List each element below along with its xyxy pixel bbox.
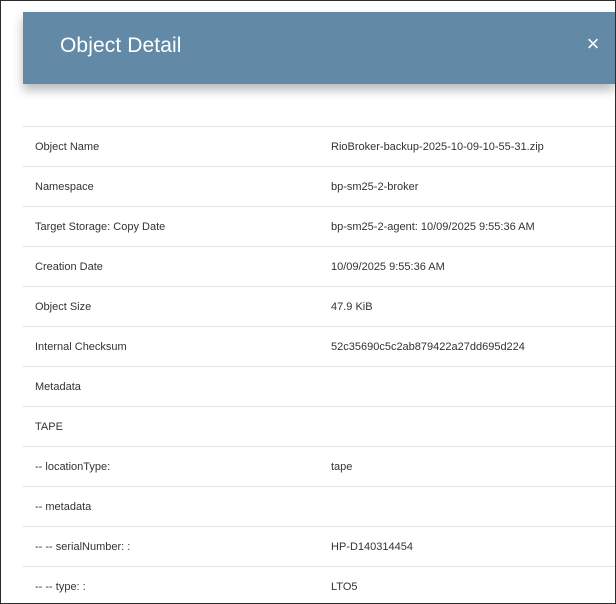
detail-table: Object Name RioBroker-backup-2025-10-09-… — [23, 126, 615, 603]
table-row: TAPE — [23, 406, 615, 446]
table-row: -- -- type: : LTO5 — [23, 566, 615, 603]
table-row: Creation Date 10/09/2025 9:55:36 AM — [23, 246, 615, 286]
table-row: -- -- serialNumber: : HP-D140314454 — [23, 526, 615, 566]
row-label: Namespace — [35, 181, 94, 193]
table-row: Metadata — [23, 366, 615, 406]
table-row: -- locationType: tape — [23, 446, 615, 486]
row-label: Object Size — [35, 301, 92, 313]
row-value: 10/09/2025 9:55:36 AM — [331, 261, 445, 273]
table-row: Namespace bp-sm25-2-broker — [23, 166, 615, 206]
row-value: bp-sm25-2-agent: 10/09/2025 9:55:36 AM — [331, 221, 535, 233]
row-value: LTO5 — [331, 581, 358, 593]
table-row: Object Name RioBroker-backup-2025-10-09-… — [23, 126, 615, 166]
row-label: TAPE — [35, 421, 63, 433]
table-row: -- metadata — [23, 486, 615, 526]
backdrop-strip — [1, 1, 12, 603]
table-row: Target Storage: Copy Date bp-sm25-2-agen… — [23, 206, 615, 246]
row-value: 47.9 KiB — [331, 301, 373, 313]
row-label: -- locationType: — [35, 461, 111, 473]
table-row: Internal Checksum 52c35690c5c2ab879422a2… — [23, 326, 615, 366]
modal-title: Object Detail — [60, 34, 182, 57]
row-label: -- -- serialNumber: : — [35, 541, 131, 553]
close-icon[interactable]: × — [582, 33, 604, 55]
row-value: RioBroker-backup-2025-10-09-10-55-31.zip — [331, 141, 544, 153]
row-value: tape — [331, 461, 353, 473]
row-label: -- -- type: : — [35, 581, 86, 593]
row-label: Creation Date — [35, 261, 103, 273]
row-label: Metadata — [35, 381, 81, 393]
row-label: Object Name — [35, 141, 100, 153]
object-detail-modal: Object Detail × Object Name RioBroker-ba… — [12, 1, 615, 603]
row-label: -- metadata — [35, 501, 92, 513]
row-value: 52c35690c5c2ab879422a27dd695d224 — [331, 341, 525, 353]
row-label: Target Storage: Copy Date — [35, 221, 166, 233]
modal-header: Object Detail × — [23, 12, 615, 84]
row-value: HP-D140314454 — [331, 541, 413, 553]
row-value: bp-sm25-2-broker — [331, 181, 419, 193]
table-row: Object Size 47.9 KiB — [23, 286, 615, 326]
row-label: Internal Checksum — [35, 341, 127, 353]
